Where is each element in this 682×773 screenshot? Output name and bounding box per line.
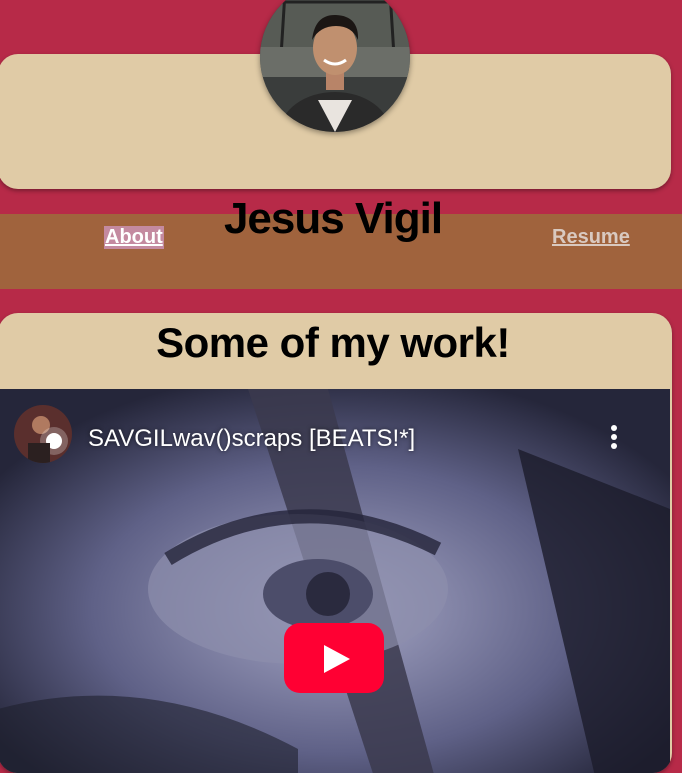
site-owner-name: Jesus Vigil — [223, 194, 443, 243]
work-section-title: Some of my work! — [156, 319, 510, 366]
work-section: Some of my work! SAVGILwav()scraps [BEAT… — [0, 313, 672, 773]
youtube-embed[interactable]: SAVGILwav()scraps [BEATS!*] — [0, 389, 670, 773]
more-options-icon[interactable] — [604, 425, 624, 455]
play-icon[interactable] — [284, 623, 384, 693]
video-title[interactable]: SAVGILwav()scraps [BEATS!*] — [88, 425, 415, 453]
channel-avatar-icon[interactable] — [14, 405, 72, 463]
